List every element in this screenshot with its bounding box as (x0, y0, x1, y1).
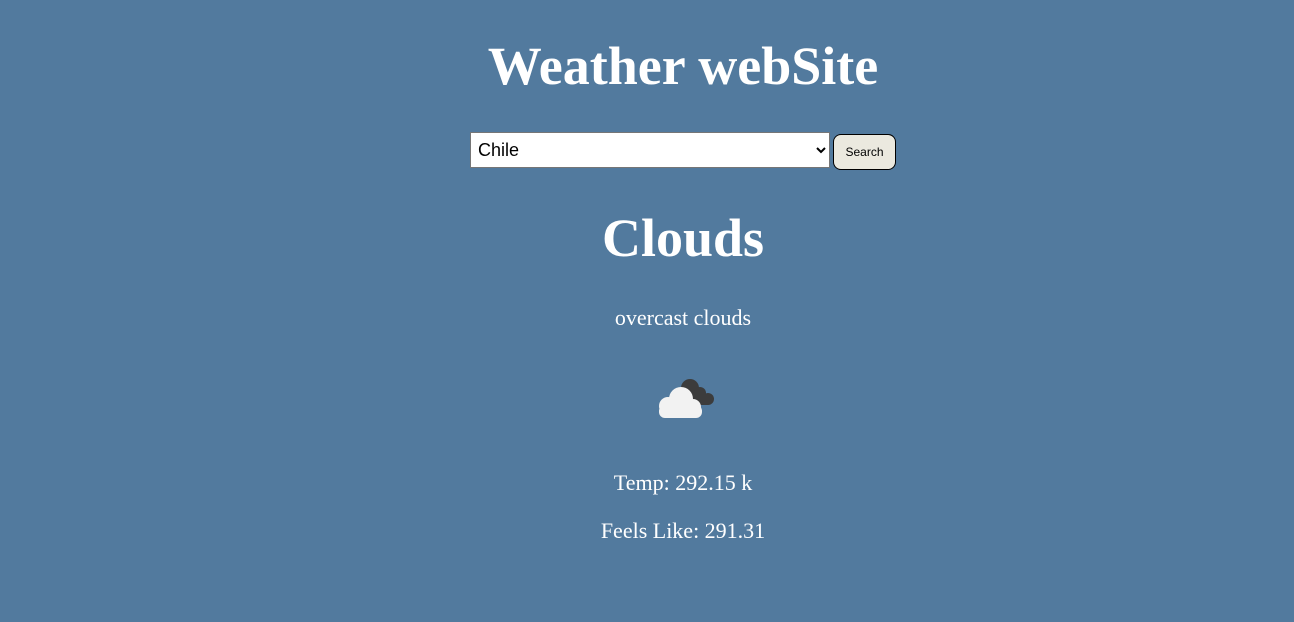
page-title: Weather webSite (487, 36, 879, 96)
country-select[interactable]: Chile (470, 132, 830, 168)
weather-condition: Clouds (601, 208, 765, 268)
overcast-clouds-icon (659, 379, 714, 418)
temperature: Temp: 292.15 k (613, 470, 753, 495)
search-form: Chile Search (470, 132, 896, 170)
search-button[interactable]: Search (833, 134, 896, 170)
feels-like-temperature: Feels Like: 291.31 (600, 518, 766, 543)
weather-description: overcast clouds (614, 305, 752, 330)
